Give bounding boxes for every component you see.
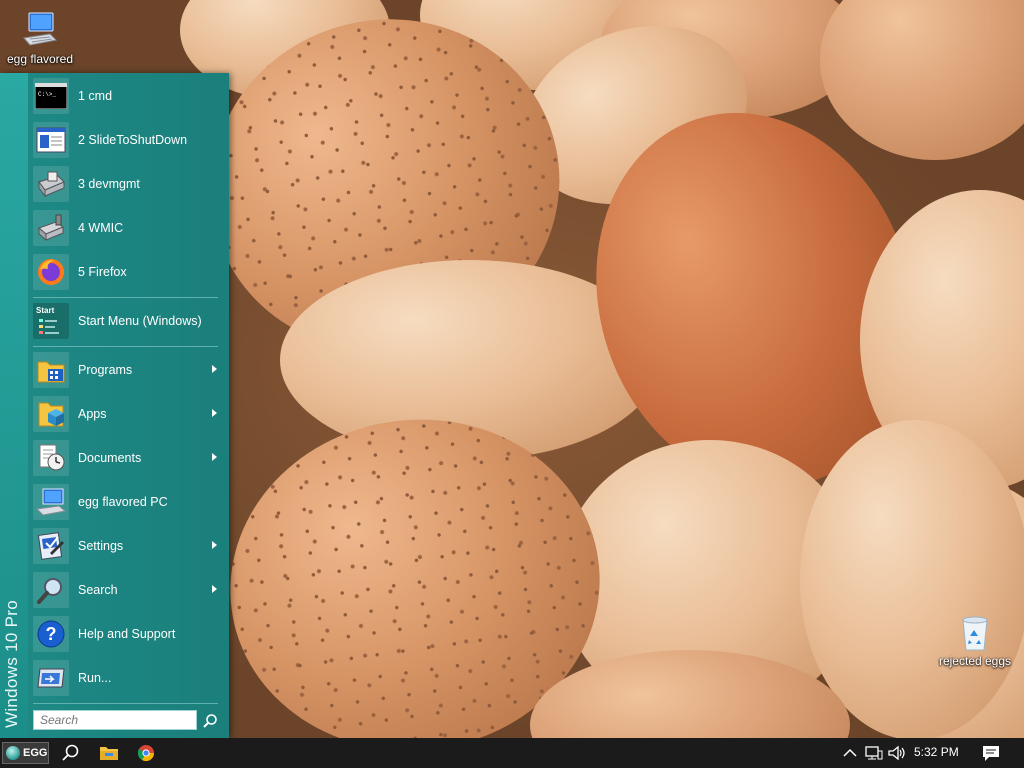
- computer-icon: [33, 484, 69, 520]
- recent-item-devmgmt[interactable]: 3 devmgmt: [30, 163, 227, 205]
- menu-item-egg-flavored-pc[interactable]: egg flavored PC: [30, 481, 227, 523]
- network-icon[interactable]: [864, 743, 884, 763]
- pinned-start-menu-windows[interactable]: Start Start Menu (Windows): [30, 300, 227, 342]
- action-center-icon[interactable]: [981, 743, 1001, 763]
- menu-item-programs[interactable]: Programs: [30, 349, 227, 391]
- recycle-bin-icon: [955, 612, 995, 652]
- programs-icon: [33, 352, 69, 388]
- desktop-icon-computer[interactable]: egg flavored: [0, 10, 80, 66]
- recent-item-slidetoshutdown[interactable]: 2 SlideToShutDown: [30, 119, 227, 161]
- svg-text:?: ?: [46, 624, 57, 644]
- search-icon: [33, 572, 69, 608]
- desktop-icon-label: egg flavored: [6, 52, 74, 66]
- submenu-arrow-icon: [212, 585, 217, 593]
- documents-icon: [33, 440, 69, 476]
- apps-icon: [33, 396, 69, 432]
- firefox-icon: [33, 254, 69, 290]
- computer-icon: [20, 10, 60, 50]
- menu-item-label: egg flavored PC: [78, 495, 168, 509]
- cmd-icon: C:\>_: [33, 78, 69, 114]
- start-button[interactable]: EGG: [2, 742, 49, 764]
- menu-separator: [33, 703, 218, 704]
- recent-item-firefox[interactable]: 5 Firefox: [30, 251, 227, 293]
- menu-item-apps[interactable]: Apps: [30, 393, 227, 435]
- menu-item-label: Help and Support: [78, 627, 176, 641]
- menu-item-label: Settings: [78, 539, 124, 553]
- edition-label: Windows 10 Pro: [2, 600, 21, 728]
- slide-shutdown-icon: [33, 122, 69, 158]
- submenu-arrow-icon: [212, 365, 217, 373]
- chrome-icon[interactable]: [136, 743, 156, 763]
- chevron-up-icon[interactable]: [840, 743, 860, 763]
- submenu-arrow-icon: [212, 541, 217, 549]
- menu-item-help-and-support[interactable]: ? Help and Support: [30, 613, 227, 655]
- start-menu-icon: Start: [33, 303, 69, 339]
- menu-item-label: Search: [78, 583, 118, 597]
- start-menu-search-input[interactable]: Search: [33, 710, 197, 730]
- menu-item-search[interactable]: Search: [30, 569, 227, 611]
- egg-orb-icon: [6, 746, 20, 760]
- menu-item-label: Apps: [78, 407, 107, 421]
- search-icon[interactable]: [202, 713, 218, 729]
- menu-item-label: 4 WMIC: [78, 221, 124, 235]
- menu-separator: [33, 346, 218, 347]
- search-icon[interactable]: [60, 743, 80, 763]
- submenu-arrow-icon: [212, 453, 217, 461]
- menu-separator: [33, 297, 218, 298]
- menu-item-label: Start Menu (Windows): [78, 314, 202, 328]
- recent-item-wmic[interactable]: 4 WMIC: [30, 207, 227, 249]
- run-icon: [33, 660, 69, 696]
- menu-item-label: Run...: [78, 671, 112, 685]
- menu-item-documents[interactable]: Documents: [30, 437, 227, 479]
- recent-item-cmd[interactable]: C:\>_ 1 cmd: [30, 75, 227, 117]
- menu-item-label: Documents: [78, 451, 142, 465]
- clock[interactable]: 5:32 PM: [914, 745, 959, 759]
- help-icon: ?: [33, 616, 69, 652]
- submenu-arrow-icon: [212, 409, 217, 417]
- start-menu-side-band: Windows 10 Pro: [0, 73, 28, 738]
- start-menu: Windows 10 Pro C:\>_ 1 cmd 2 SlideToShut…: [0, 73, 229, 738]
- wmic-icon: [33, 210, 69, 246]
- menu-item-settings[interactable]: Settings: [30, 525, 227, 567]
- start-button-label: EGG: [23, 747, 48, 759]
- settings-icon: [33, 528, 69, 564]
- svg-text:C:\>_: C:\>_: [38, 91, 56, 98]
- menu-item-label: 3 devmgmt: [78, 177, 140, 191]
- menu-item-label: 2 SlideToShutDown: [78, 133, 188, 147]
- device-manager-icon: [33, 166, 69, 202]
- menu-item-run[interactable]: Run...: [30, 657, 227, 699]
- file-explorer-icon[interactable]: [99, 743, 119, 763]
- desktop-icon-recycle-bin[interactable]: rejected eggs: [935, 612, 1015, 668]
- desktop-icon-label: rejected eggs: [938, 654, 1012, 668]
- menu-item-label: 5 Firefox: [78, 265, 127, 279]
- taskbar: EGG 5:32 PM: [0, 738, 1024, 768]
- menu-item-label: 1 cmd: [78, 89, 113, 103]
- volume-icon[interactable]: [887, 743, 907, 763]
- menu-item-label: Programs: [78, 363, 133, 377]
